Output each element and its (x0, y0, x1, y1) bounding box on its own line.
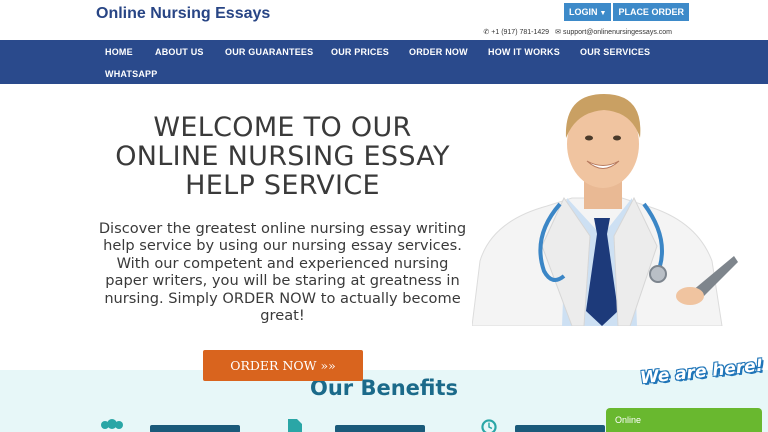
site-logo-title[interactable]: Online Nursing Essays (96, 5, 270, 23)
chat-widget-bar[interactable]: Online (606, 408, 762, 432)
email-address: support@onlinenursingessays.com (562, 29, 672, 36)
login-label: LOGIN (569, 7, 598, 17)
phone-icon: ✆ (483, 29, 490, 36)
nav-item-about-us[interactable]: ABOUT US (155, 47, 204, 57)
top-buttons: LOGIN ▼ PLACE ORDER (564, 3, 689, 21)
email-link[interactable]: ✉ support@onlinenursingessays.com (555, 28, 672, 36)
login-button[interactable]: LOGIN ▼ (564, 3, 612, 21)
page: Online Nursing Essays LOGIN ▼ PLACE ORDER… (0, 0, 768, 432)
main-nav: HOME ABOUT US OUR GUARANTEES OUR PRICES … (0, 40, 768, 84)
caret-down-icon: ▼ (599, 10, 607, 17)
email-icon: ✉ (555, 29, 561, 36)
doctor-photo (472, 94, 738, 326)
contact-info: ✆ +1 (917) 781-1429 ✉ support@onlinenursin… (483, 28, 672, 36)
nav-item-how-it-works[interactable]: HOW IT WORKS (488, 47, 560, 57)
place-order-button[interactable]: PLACE ORDER (613, 3, 689, 21)
hero-title: WELCOME TO OUR ONLINE NURSING ESSAY HELP… (90, 113, 475, 200)
users-icon (101, 419, 123, 429)
nav-item-our-services[interactable]: OUR SERVICES (580, 47, 650, 57)
nav-item-order-now[interactable]: ORDER NOW (409, 47, 468, 57)
nav-item-our-prices[interactable]: OUR PRICES (331, 47, 389, 57)
clock-icon (481, 419, 497, 432)
phone-number: +1 (917) 781-1429 (491, 29, 550, 36)
benefit-text (335, 425, 425, 432)
hero-title-line: ONLINE NURSING ESSAY (115, 141, 450, 172)
nav-item-our-guarantees[interactable]: OUR GUARANTEES (225, 47, 313, 57)
document-icon (288, 419, 302, 432)
benefit-text (150, 425, 240, 432)
benefit-text (515, 425, 605, 432)
hero-title-line: WELCOME TO OUR (153, 112, 412, 143)
nav-item-whatsapp[interactable]: WHATSAPP (105, 69, 157, 79)
phone-link[interactable]: ✆ +1 (917) 781-1429 (483, 28, 549, 36)
hero-title-line: HELP SERVICE (185, 170, 380, 201)
order-now-button[interactable]: ORDER NOW »» (203, 350, 363, 381)
nav-item-home[interactable]: HOME (105, 47, 133, 57)
hero-description: Discover the greatest online nursing ess… (98, 220, 467, 325)
